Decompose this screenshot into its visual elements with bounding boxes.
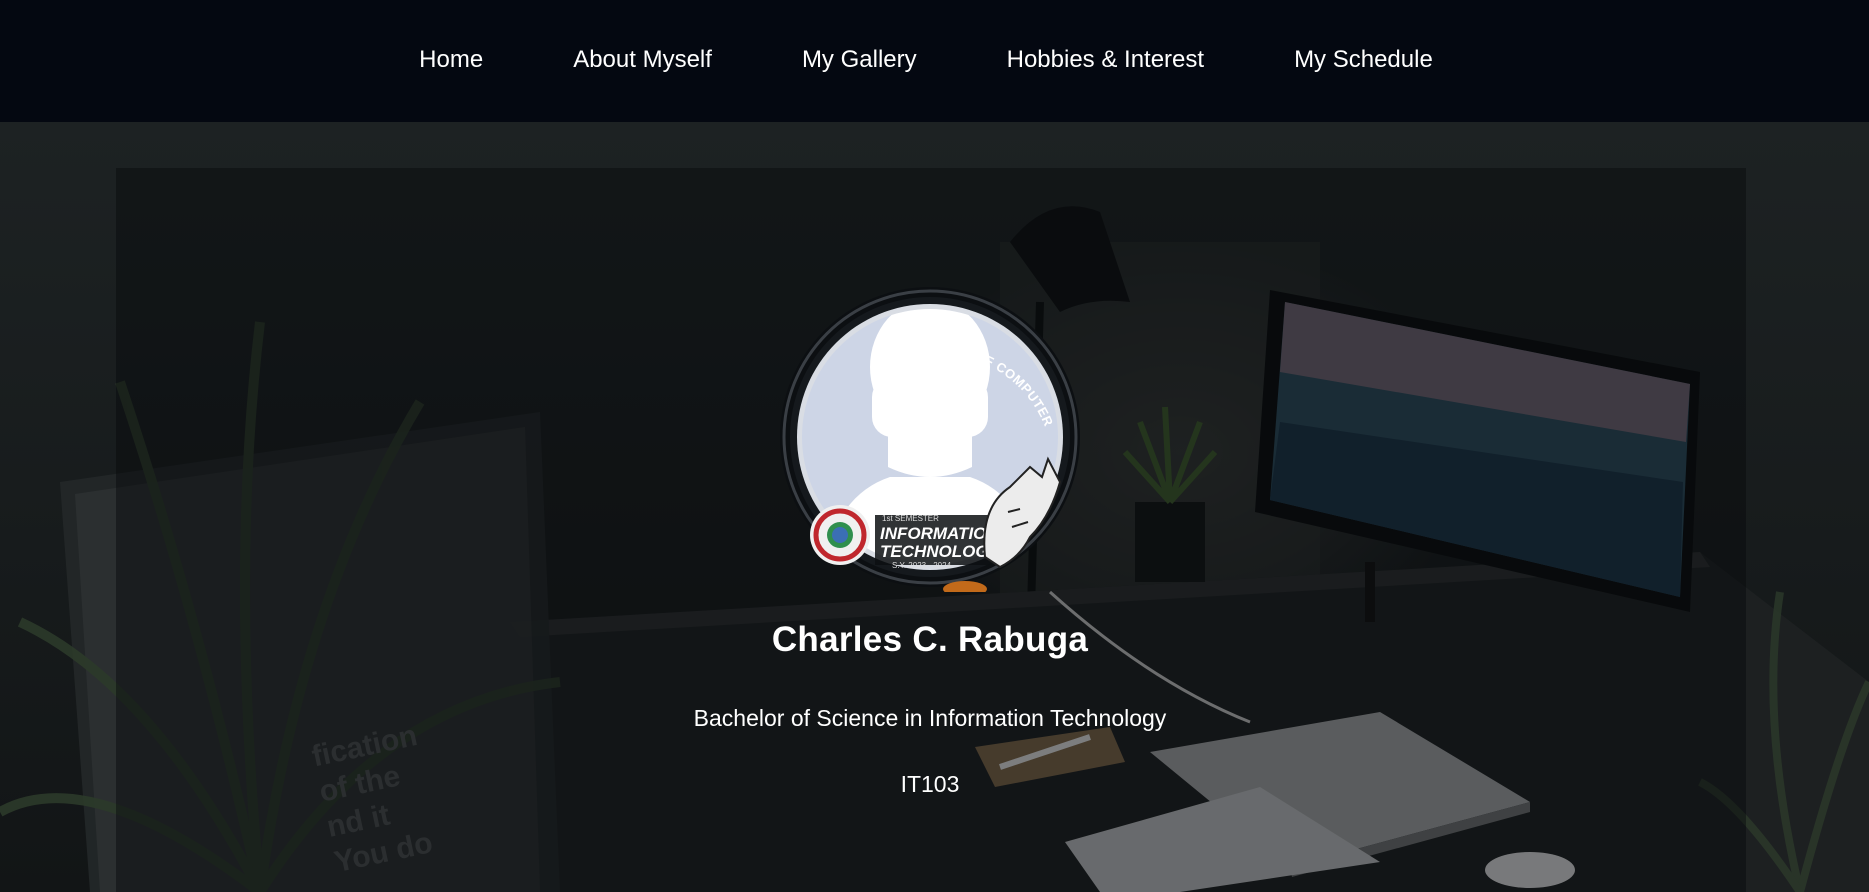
top-navbar: Home About Myself My Gallery Hobbies & I… xyxy=(0,0,1869,122)
content-panel xyxy=(116,168,1746,892)
nav-schedule-link[interactable]: My Schedule xyxy=(1294,46,1433,74)
nav-about-link[interactable]: About Myself xyxy=(573,46,712,74)
nav-home-link[interactable]: Home xyxy=(419,46,483,74)
nav-list: Home About Myself My Gallery Hobbies & I… xyxy=(419,46,1433,74)
nav-gallery-link[interactable]: My Gallery xyxy=(802,46,917,74)
nav-hobbies-link[interactable]: Hobbies & Interest xyxy=(1007,46,1204,74)
